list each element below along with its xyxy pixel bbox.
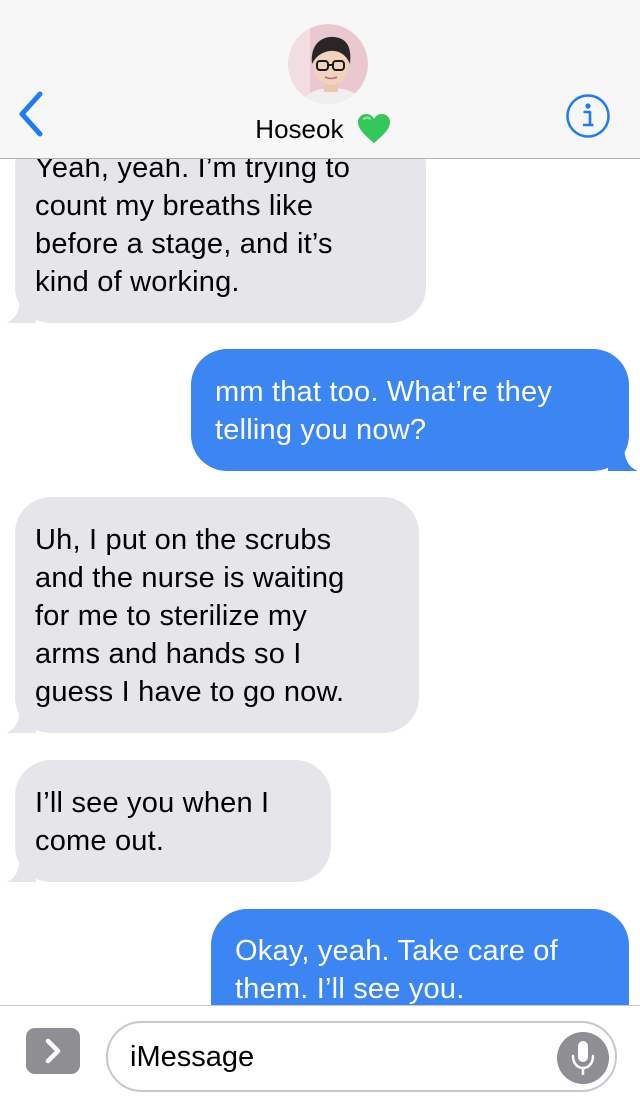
bubble-tail — [6, 854, 36, 882]
imessage-input[interactable]: iMessage — [106, 1021, 617, 1092]
microphone-icon — [571, 1041, 595, 1075]
info-button[interactable] — [565, 93, 611, 139]
message-text: mm that too. What’re they telling you no… — [215, 376, 553, 446]
message-text: Uh, I put on the scrubs and the nurse is… — [35, 524, 345, 708]
conversation-header: Hoseok — [0, 0, 640, 159]
sent-message-bubble[interactable]: Okay, yeah. Take care of them. I’ll see … — [211, 909, 629, 1005]
contact-name: Hoseok — [255, 114, 344, 145]
contact-title[interactable]: Hoseok — [0, 108, 640, 148]
message-text: I’ll see you when I come out. — [35, 787, 270, 857]
info-icon — [566, 94, 610, 138]
contact-avatar[interactable] — [288, 24, 368, 104]
dictation-button[interactable] — [557, 1032, 609, 1084]
received-message-bubble[interactable]: Uh, I put on the scrubs and the nurse is… — [6, 497, 419, 733]
green-heart-icon — [357, 114, 390, 144]
bubble-tail — [608, 443, 638, 471]
message-text: Yeah, yeah. I’m trying to count my breat… — [35, 152, 351, 298]
bubble-tail — [6, 705, 36, 733]
chevron-right-icon — [45, 1038, 61, 1064]
message-text: Okay, yeah. Take care of them. I’ll see … — [235, 935, 558, 1005]
received-message-bubble[interactable]: I’ll see you when I come out. — [6, 760, 331, 882]
sent-message-bubble[interactable]: mm that too. What’re they telling you no… — [191, 349, 638, 471]
app-drawer-button[interactable] — [26, 1028, 80, 1074]
bubble-tail — [6, 295, 36, 323]
avatar-photo — [288, 24, 368, 104]
message-input-bar: iMessage — [0, 1005, 640, 1098]
input-placeholder: iMessage — [130, 1041, 255, 1073]
